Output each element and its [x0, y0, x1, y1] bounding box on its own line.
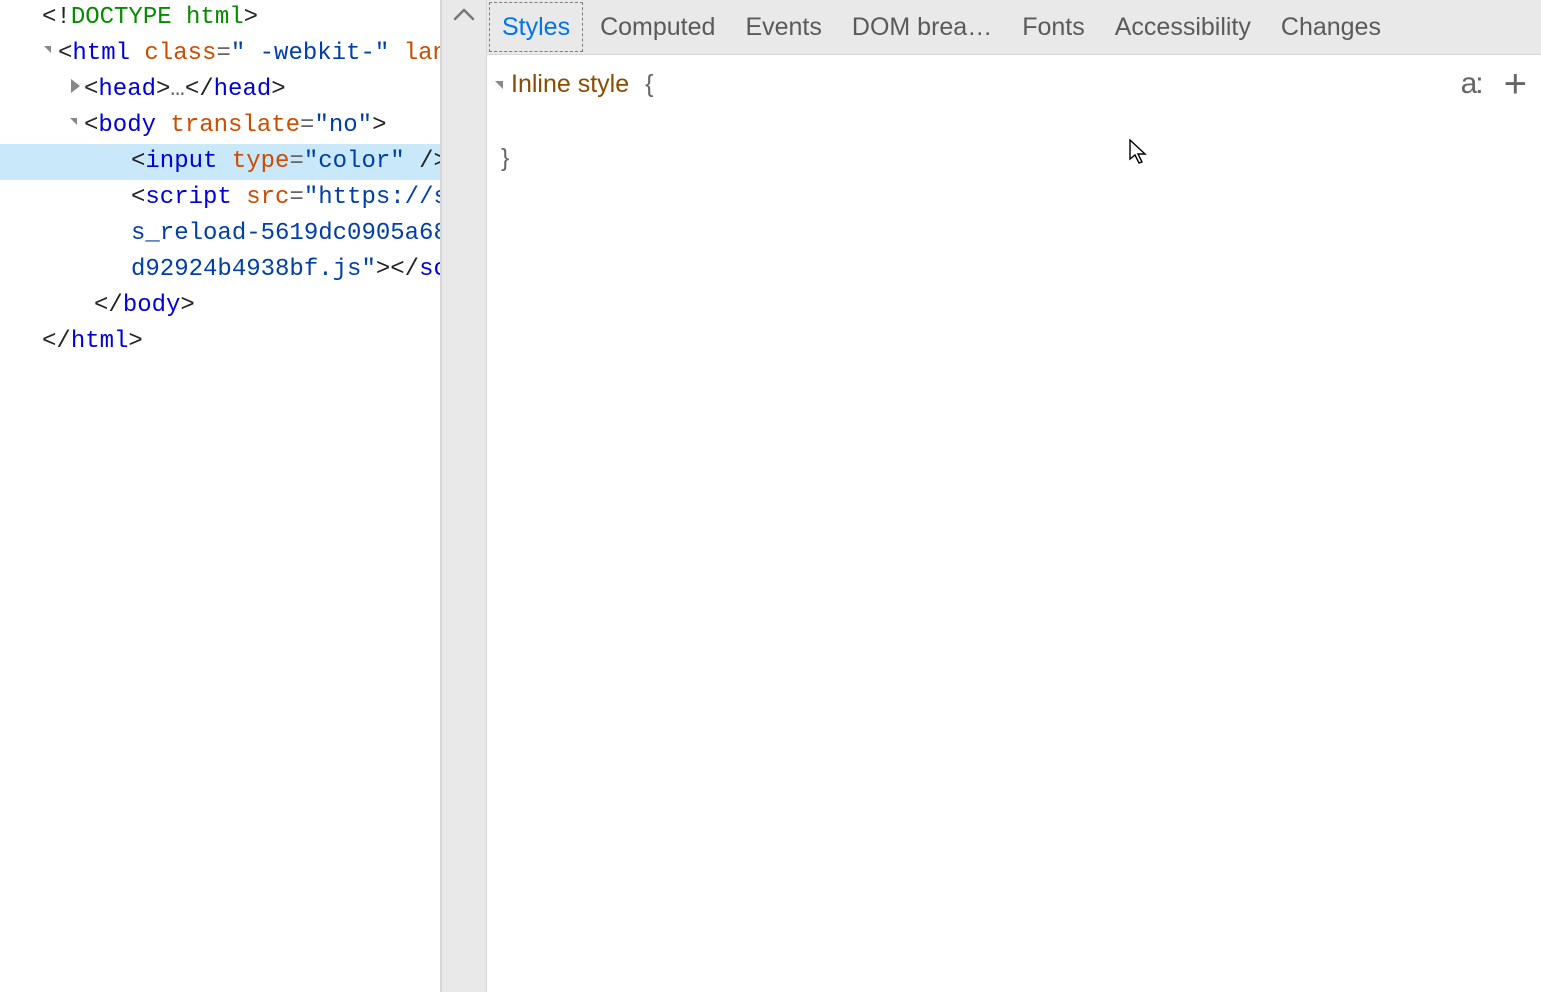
expand-toggle-icon[interactable] — [68, 115, 82, 129]
attr-name: translate — [170, 112, 300, 139]
attr-name: src — [246, 184, 289, 211]
panel-splitter[interactable] — [441, 0, 487, 992]
punct: > — [244, 4, 258, 31]
rule-inline-style[interactable]: Inline style { — [495, 70, 1521, 99]
expand-toggle-icon[interactable] — [68, 79, 82, 93]
dom-node-script-cont2[interactable]: d92924b4938bf.js"></scri — [0, 252, 440, 288]
punct: </ — [390, 256, 419, 283]
sidebar-tabs: Styles Computed Events DOM brea… Fonts A… — [487, 0, 1541, 55]
punct: </ — [94, 292, 123, 319]
punct: > — [156, 76, 170, 103]
dom-node-html[interactable]: <html class=" -webkit-" lang — [0, 36, 440, 72]
punct: < — [131, 148, 145, 175]
punct: </ — [42, 328, 71, 355]
attr-name: class — [144, 40, 216, 67]
tag-name: html — [71, 328, 129, 355]
brace-close: } — [501, 144, 1521, 173]
toggle-pseudo-classes-button[interactable]: a: — [1461, 67, 1482, 101]
dom-tree-panel[interactable]: <!DOCTYPE html> <html class=" -webkit-" … — [0, 0, 441, 992]
add-rule-button[interactable]: + — [1504, 72, 1527, 96]
punct: /> — [405, 148, 440, 175]
rule-selector-text: Inline style — [511, 70, 629, 99]
tag-name: script — [145, 184, 231, 211]
styles-sidebar: Styles Computed Events DOM brea… Fonts A… — [487, 0, 1541, 992]
dom-node-head[interactable]: <head>…</head> — [0, 72, 440, 108]
dom-node-input-selected[interactable]: <input type="color" /> — [0, 144, 440, 180]
tag-name: head — [98, 76, 156, 103]
punct: > — [376, 256, 390, 283]
dom-node-script[interactable]: <script src="https://sta — [0, 180, 440, 216]
tab-styles[interactable]: Styles — [487, 0, 585, 54]
brace-open: { — [645, 70, 653, 99]
dom-node-body-close[interactable]: </body> — [0, 288, 440, 324]
tab-dom-breakpoints[interactable]: DOM brea… — [837, 0, 1007, 54]
attr-value: s_reload-5619dc0905a68b2 — [131, 220, 440, 247]
tab-computed[interactable]: Computed — [585, 0, 730, 54]
punct: < — [131, 184, 145, 211]
dom-node-body[interactable]: <body translate="no"> — [0, 108, 440, 144]
attr-name: lang — [404, 40, 440, 67]
attr-value: " -webkit-" — [231, 40, 389, 67]
punct: < — [58, 40, 72, 67]
punct: > — [128, 328, 142, 355]
dom-node-script-cont1[interactable]: s_reload-5619dc0905a68b2 — [0, 216, 440, 252]
tag-name: input — [145, 148, 217, 175]
attr-value: d92924b4938bf.js" — [131, 256, 376, 283]
tab-fonts[interactable]: Fonts — [1007, 0, 1100, 54]
dom-node-doctype[interactable]: <!DOCTYPE html> — [0, 0, 440, 36]
doctype-text: DOCTYPE html — [71, 4, 244, 31]
rules-pane[interactable]: Inline style { } a: + — [487, 55, 1541, 992]
tag-name: html — [72, 40, 130, 67]
tab-events[interactable]: Events — [730, 0, 836, 54]
punct: > — [372, 112, 386, 139]
chevron-up-icon[interactable] — [452, 6, 476, 24]
punct: < — [84, 76, 98, 103]
expand-toggle-icon[interactable] — [42, 43, 56, 57]
attr-value: "color" — [304, 148, 405, 175]
tab-changes[interactable]: Changes — [1266, 0, 1396, 54]
tag-name: scri — [419, 256, 440, 283]
punct: </ — [185, 76, 214, 103]
tag-name: body — [123, 292, 181, 319]
punct: < — [84, 112, 98, 139]
tag-name: head — [214, 76, 272, 103]
punct: > — [180, 292, 194, 319]
punct: > — [271, 76, 285, 103]
punct: <! — [42, 4, 71, 31]
ellipsis: … — [170, 76, 184, 103]
attr-name: type — [232, 148, 290, 175]
attr-value: "no" — [314, 112, 372, 139]
dom-node-html-close[interactable]: </html> — [0, 324, 440, 360]
attr-value: "https://sta — [304, 184, 440, 211]
tab-accessibility[interactable]: Accessibility — [1100, 0, 1266, 54]
expand-toggle-icon[interactable] — [495, 81, 503, 89]
tag-name: body — [98, 112, 156, 139]
